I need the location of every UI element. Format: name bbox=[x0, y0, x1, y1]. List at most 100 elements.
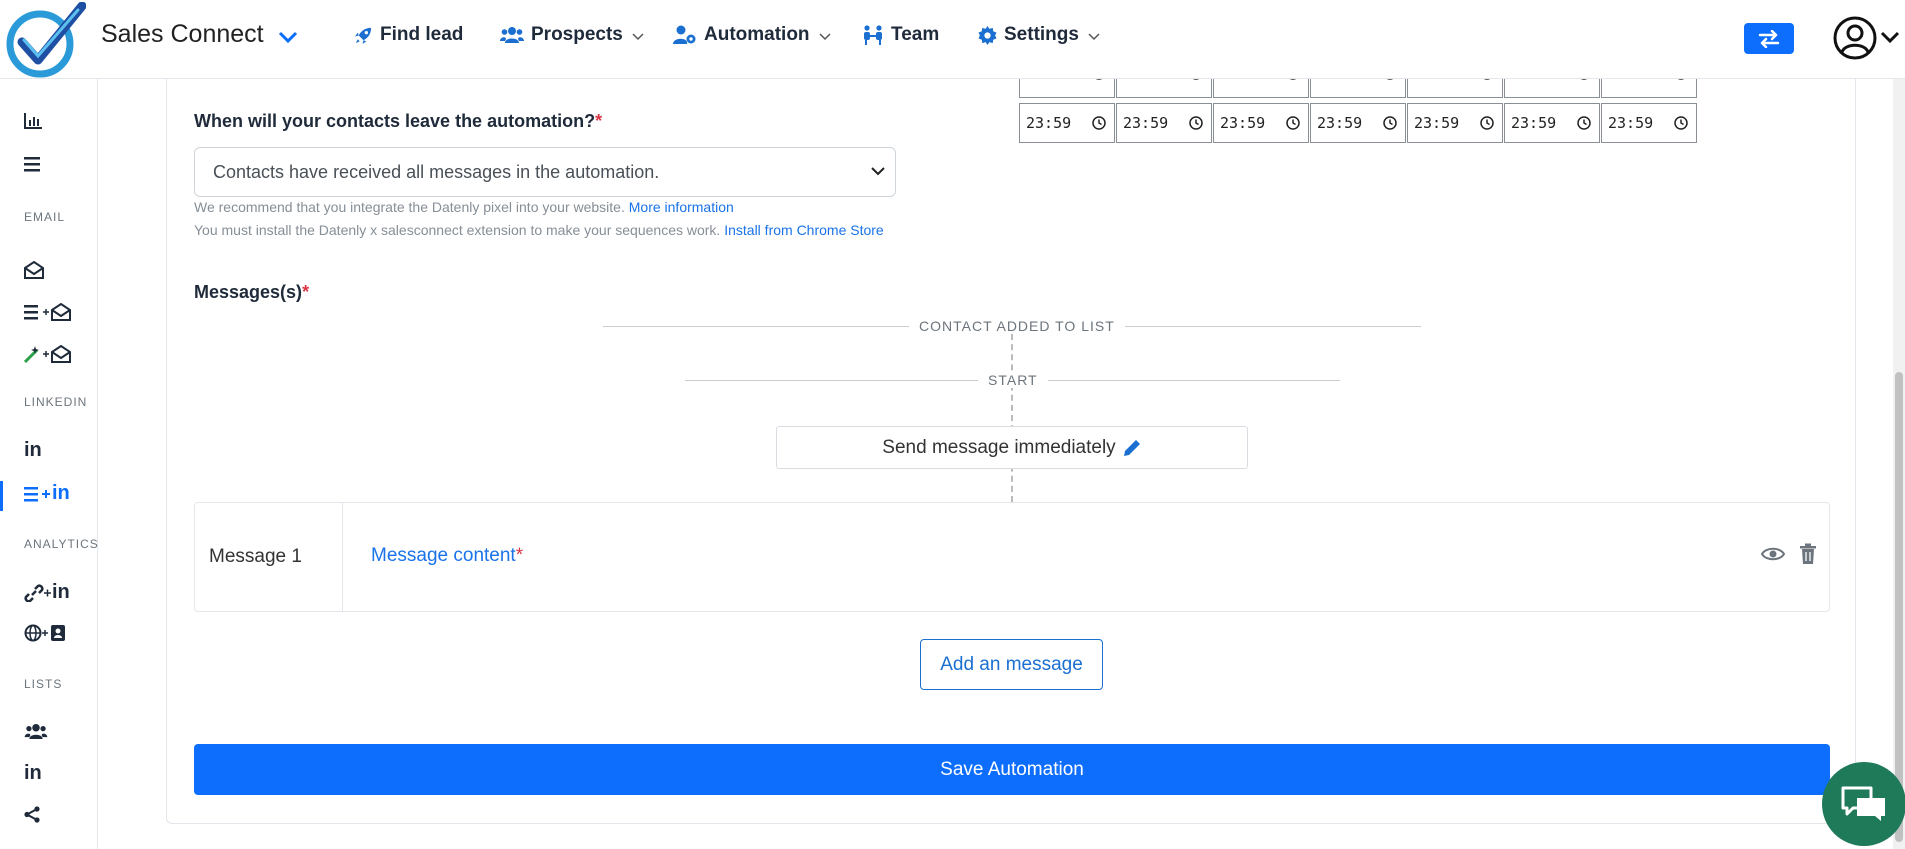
sidebar-item-email-magic[interactable] bbox=[24, 345, 72, 363]
time-value: 23:59 bbox=[1026, 114, 1072, 132]
list-icon bbox=[24, 157, 40, 172]
user-menu-toggle[interactable] bbox=[1880, 30, 1900, 48]
chevron-down-icon bbox=[1088, 32, 1100, 40]
sidebar-item-email-sequence[interactable] bbox=[24, 303, 72, 321]
users-icon bbox=[24, 723, 48, 740]
nav-find-lead[interactable]: Find lead bbox=[354, 24, 463, 46]
sidebar-item-email-inbox[interactable] bbox=[24, 261, 44, 279]
clock-icon bbox=[1286, 116, 1300, 130]
message-content-label: Message content bbox=[371, 545, 516, 566]
clock-icon bbox=[1674, 116, 1688, 130]
time-input[interactable]: 23:59 bbox=[1116, 103, 1212, 143]
envelope-open-icon bbox=[24, 261, 44, 279]
time-value: 23:59 bbox=[1317, 114, 1363, 132]
linkedin-icon: in bbox=[52, 482, 70, 504]
nav-settings-label: Settings bbox=[1004, 24, 1079, 45]
send-timing-text: Send message immediately bbox=[882, 436, 1116, 458]
extension-help-message: You must install the Datenly x salesconn… bbox=[194, 222, 721, 238]
globe-plus-contact-icon bbox=[24, 624, 65, 642]
time-value: 23:59 bbox=[1123, 114, 1169, 132]
user-avatar[interactable] bbox=[1833, 16, 1877, 60]
clock-icon bbox=[1092, 116, 1106, 130]
nav-settings[interactable]: Settings bbox=[978, 24, 1100, 46]
swap-button[interactable] bbox=[1744, 23, 1794, 54]
magic-plus-envelope-icon bbox=[24, 345, 71, 363]
sidebar-item-analytics-web[interactable] bbox=[24, 624, 66, 642]
sidebar-section-lists: LISTS bbox=[24, 677, 63, 691]
extension-help-text: You must install the Datenly x salesconn… bbox=[194, 222, 884, 238]
top-navbar: Sales Connect Find lead Prospects Automa… bbox=[0, 0, 1905, 79]
messages-label: Messages(s)* bbox=[194, 282, 309, 303]
sidebar-item-lists-linkedin[interactable]: in bbox=[24, 762, 42, 785]
chevron-down-icon bbox=[278, 31, 297, 43]
linkedin-icon: in bbox=[24, 439, 42, 461]
eye-icon[interactable] bbox=[1761, 545, 1785, 563]
time-value: 23:59 bbox=[1608, 114, 1654, 132]
sidebar-section-analytics: ANALYTICS bbox=[24, 537, 99, 551]
pencil-icon[interactable] bbox=[1122, 438, 1142, 458]
time-input[interactable]: 23:59 bbox=[1407, 103, 1503, 143]
linkedin-icon: in bbox=[24, 762, 42, 784]
more-information-link[interactable]: More information bbox=[629, 199, 734, 215]
nav-team-label: Team bbox=[891, 24, 940, 45]
required-mark: * bbox=[515, 545, 524, 566]
scrollbar-thumb[interactable] bbox=[1895, 372, 1903, 842]
linkedin-icon: in bbox=[52, 581, 70, 603]
chat-widget-button[interactable] bbox=[1822, 762, 1905, 846]
sidebar-item-lists-share[interactable] bbox=[24, 806, 40, 823]
workspace-switcher[interactable]: Sales Connect bbox=[101, 20, 298, 49]
message-name: Message 1 bbox=[195, 503, 343, 611]
time-value: 23:59 bbox=[1414, 114, 1460, 132]
sidebar-item-lists[interactable] bbox=[24, 157, 42, 172]
brand-name: Sales Connect bbox=[101, 20, 264, 48]
team-icon bbox=[864, 25, 882, 45]
message-content-link[interactable]: Message content* bbox=[371, 545, 523, 567]
swap-arrows-icon bbox=[1758, 29, 1780, 48]
messages-label-text: Messages(s) bbox=[194, 282, 303, 302]
pixel-help-message: We recommend that you integrate the Date… bbox=[194, 199, 625, 215]
users-icon bbox=[500, 27, 524, 43]
nav-automation[interactable]: Automation bbox=[673, 24, 831, 46]
sidebar-section-email: EMAIL bbox=[24, 210, 66, 224]
chevron-down-icon bbox=[632, 32, 644, 40]
flow-start-label: START bbox=[978, 372, 1048, 388]
sidebar-item-dashboard[interactable] bbox=[24, 113, 42, 129]
nav-team[interactable]: Team bbox=[862, 24, 939, 46]
list-plus-icon bbox=[24, 486, 50, 501]
sidebar-item-lists-people[interactable] bbox=[24, 723, 48, 740]
sidebar-item-analytics-link[interactable]: in bbox=[24, 581, 70, 604]
add-message-button[interactable]: Add an message bbox=[920, 639, 1103, 690]
clock-icon bbox=[1189, 116, 1203, 130]
message-row: Message 1 Message content* bbox=[194, 502, 1830, 612]
list-plus-envelope-icon bbox=[24, 303, 71, 321]
time-input[interactable]: 23:59 bbox=[1601, 103, 1697, 143]
flow-contact-added-label: CONTACT ADDED TO LIST bbox=[909, 318, 1125, 334]
chevron-down-icon bbox=[819, 32, 831, 40]
time-value: 23:59 bbox=[1220, 114, 1266, 132]
active-indicator bbox=[0, 481, 3, 511]
leave-automation-value: Contacts have received all messages in t… bbox=[213, 161, 660, 182]
flow-connector bbox=[1011, 334, 1013, 502]
leave-automation-select[interactable]: Contacts have received all messages in t… bbox=[194, 147, 896, 197]
app-logo[interactable] bbox=[4, 1, 87, 78]
leave-automation-label: When will your contacts leave the automa… bbox=[194, 111, 602, 132]
time-input[interactable]: 23:59 bbox=[1504, 103, 1600, 143]
sidebar-item-linkedin[interactable]: in bbox=[24, 439, 42, 462]
sidebar-item-linkedin-sequence[interactable]: in bbox=[24, 482, 70, 505]
trash-icon[interactable] bbox=[1799, 543, 1817, 565]
sidebar-section-linkedin: LINKEDIN bbox=[24, 395, 88, 409]
save-automation-button[interactable]: Save Automation bbox=[194, 744, 1830, 795]
time-input[interactable]: 23:59 bbox=[1213, 103, 1309, 143]
link-plus-icon bbox=[24, 583, 51, 602]
nav-prospects[interactable]: Prospects bbox=[500, 24, 644, 46]
user-gear-icon bbox=[673, 25, 696, 44]
time-value: 23:59 bbox=[1511, 114, 1557, 132]
time-input[interactable]: 23:59 bbox=[1019, 103, 1115, 143]
chevron-down-icon bbox=[1880, 31, 1900, 44]
chart-icon bbox=[24, 113, 42, 129]
sidebar: EMAIL LINKEDIN in in ANALYTICS in LISTS … bbox=[0, 79, 98, 849]
send-timing-box: Send message immediately bbox=[776, 426, 1248, 469]
time-input[interactable]: 23:59 bbox=[1310, 103, 1406, 143]
rocket-icon bbox=[354, 27, 372, 44]
chrome-store-link[interactable]: Install from Chrome Store bbox=[724, 222, 884, 238]
